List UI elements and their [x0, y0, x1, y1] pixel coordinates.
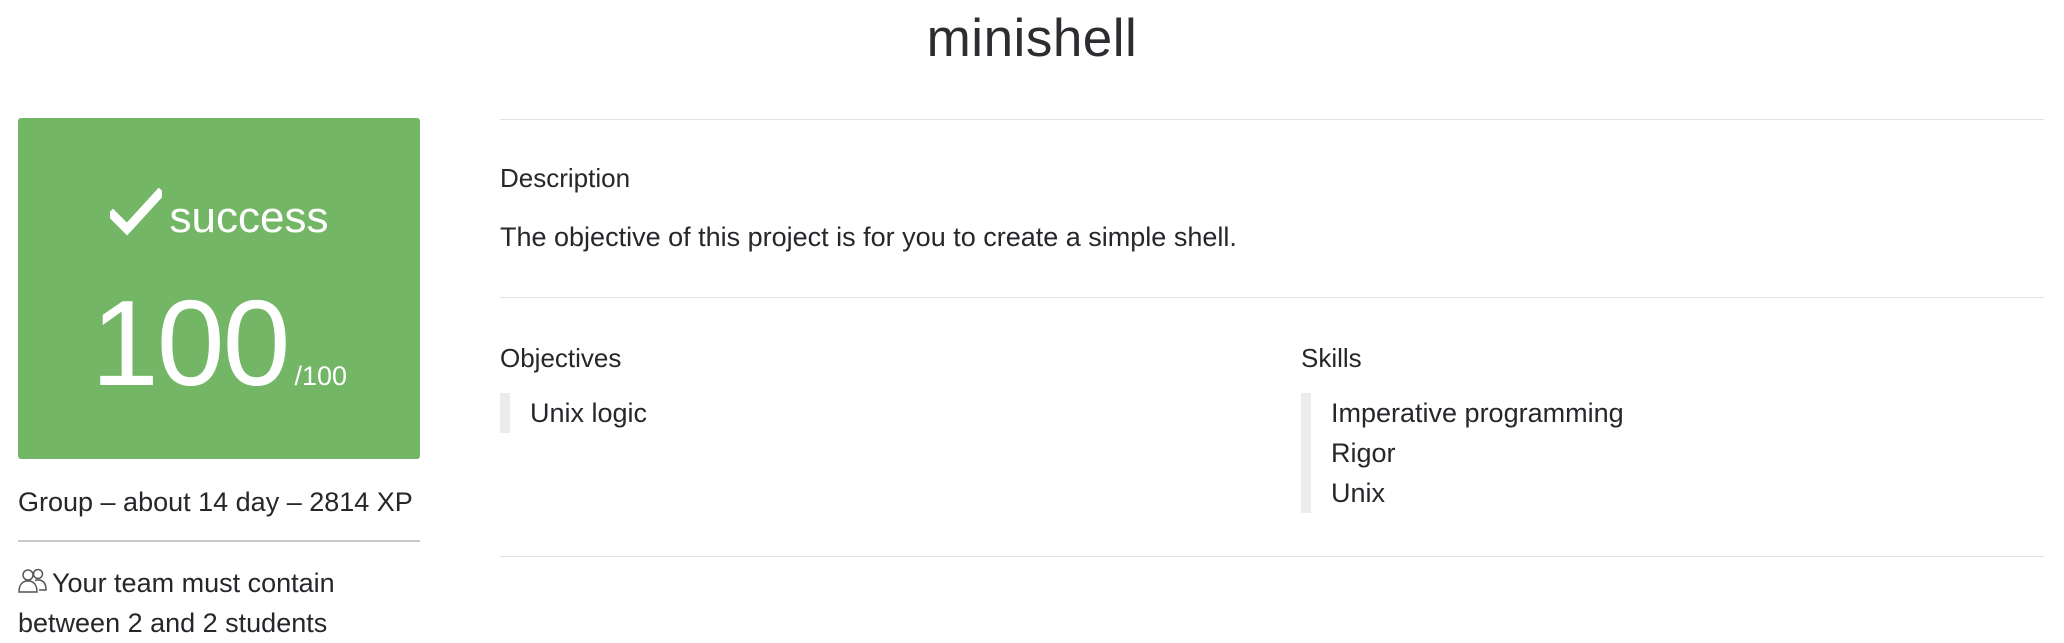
skill-item: Rigor	[1331, 438, 1396, 468]
objectives-heading: Objectives	[500, 343, 622, 373]
objective-item: Unix logic	[530, 398, 648, 428]
skills-heading: Skills	[1301, 343, 1362, 373]
team-note: Your team must contain between 2 and 2 s…	[18, 563, 430, 643]
project-meta: Group – about 14 day – 2814 XP	[18, 487, 413, 517]
objectives-list: Unix logic	[500, 393, 647, 433]
users-icon	[18, 565, 48, 593]
result-card: success 100/100	[18, 118, 420, 459]
score-value: 100	[90, 275, 291, 411]
description-text: The objective of this project is for you…	[500, 222, 1237, 252]
section-divider-middle	[500, 297, 2044, 298]
checkmark-icon	[106, 187, 165, 236]
meta-divider	[18, 540, 420, 542]
score-max: /100	[294, 361, 348, 391]
section-divider-bottom	[500, 556, 2044, 557]
score-row: 100/100	[18, 278, 420, 408]
section-divider-top	[500, 119, 2044, 120]
skills-list: Imperative programming Rigor Unix	[1301, 393, 1624, 513]
skill-item: Imperative programming	[1331, 398, 1624, 428]
page-title: minishell	[926, 9, 1138, 68]
skill-item: Unix	[1331, 478, 1386, 508]
team-note-text: Your team must contain between 2 and 2 s…	[18, 568, 335, 638]
status-label: success	[169, 193, 329, 242]
description-heading: Description	[500, 163, 631, 193]
status-row: success	[18, 187, 420, 246]
